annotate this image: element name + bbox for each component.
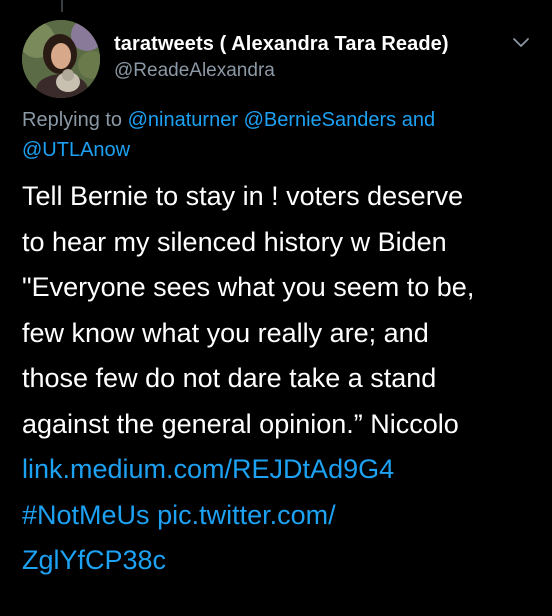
- tweet-text-line: Tell Bernie to stay in ! voters deserve: [22, 181, 464, 211]
- author-handle[interactable]: @ReadeAlexandra: [114, 60, 275, 82]
- profile-photo: [22, 20, 100, 98]
- tweet-text-line: to hear my silenced history w Biden: [22, 226, 447, 257]
- pic-link[interactable]: pic.twitter.com/: [157, 500, 336, 530]
- replying-to: Replying to @ninaturner @BernieSanders a…: [22, 105, 532, 165]
- author-display-name[interactable]: taratweets ( Alexandra Tara Reade): [114, 33, 449, 56]
- thread-connector-line: [61, 0, 63, 12]
- tweet-text-line: against the general opinion.” Niccolo: [22, 408, 459, 439]
- avatar[interactable]: [22, 20, 100, 98]
- chevron-down-icon[interactable]: [511, 36, 531, 50]
- tweet-text-line: "Everyone sees what you seem to be,: [22, 272, 475, 302]
- tweet-text-line: few know what you really are; and: [22, 317, 429, 348]
- mention-utlanow[interactable]: @UTLAnow: [22, 139, 130, 161]
- tweet-text-line: those few do not dare take a stand: [22, 363, 437, 393]
- tweet-text: Tell Bernie to stay in ! voters deserve …: [22, 174, 542, 584]
- replying-to-label: Replying to: [22, 109, 123, 131]
- replying-to-conjunction: and: [401, 109, 436, 131]
- mention-berniesanders[interactable]: @BernieSanders: [244, 109, 397, 131]
- mention-ninaturner[interactable]: @ninaturner: [128, 109, 238, 131]
- pic-link-continued[interactable]: ZglYfCP38c: [22, 538, 542, 584]
- medium-link[interactable]: link.medium.com/REJDtAd9G4: [22, 447, 542, 493]
- hashtag-notmeus[interactable]: #NotMeUs: [22, 500, 150, 530]
